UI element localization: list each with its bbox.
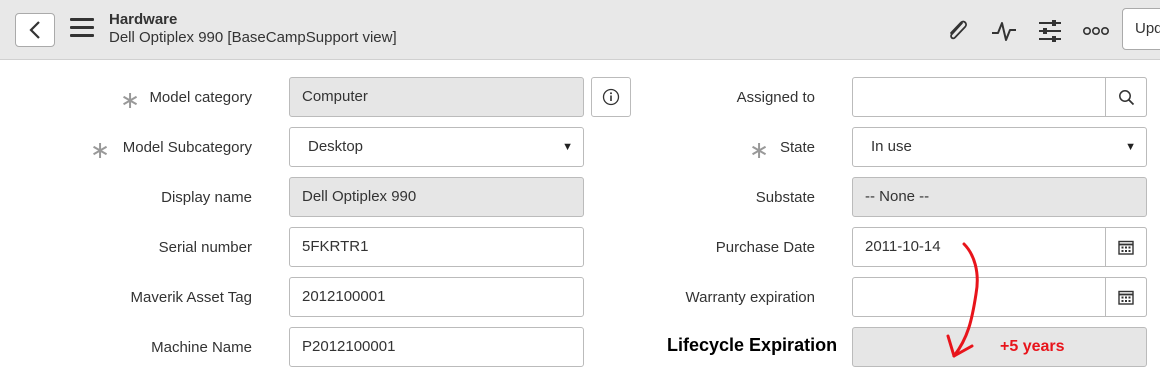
state-select[interactable]: In use ▼ xyxy=(852,127,1147,167)
activity-pulse-icon[interactable] xyxy=(989,16,1019,46)
purchase-date-label: Purchase Date xyxy=(715,239,815,256)
more-options-icon[interactable] xyxy=(1081,16,1111,46)
form-subtitle: Dell Optiplex 990 [BaseCampSupport view] xyxy=(109,29,397,46)
dropdown-caret-icon: ▼ xyxy=(1125,141,1136,153)
calendar-icon xyxy=(1118,240,1134,255)
purchase-date-value: 2011-10-14 xyxy=(865,238,941,255)
required-mark: ∗ xyxy=(90,137,111,164)
asset-tag-label: Maverik Asset Tag xyxy=(130,289,252,306)
annotation-note: +5 years xyxy=(1000,338,1065,355)
form-title: Hardware xyxy=(109,11,178,28)
serial-number-input[interactable]: 5FKRTR1 xyxy=(289,227,584,267)
back-button[interactable] xyxy=(15,13,55,47)
settings-sliders-icon[interactable] xyxy=(1035,16,1065,46)
asset-tag-input[interactable]: 2012100001 xyxy=(289,277,584,317)
substate-select[interactable]: -- None -- xyxy=(852,177,1147,217)
paperclip-icon[interactable] xyxy=(943,16,973,46)
state-value: In use xyxy=(871,138,912,155)
assigned-to-label: Assigned to xyxy=(736,89,815,106)
required-mark: ∗ xyxy=(749,137,770,164)
search-icon xyxy=(1118,89,1134,105)
display-name-label: Display name xyxy=(161,189,252,206)
purchase-date-input[interactable]: 2011-10-14 xyxy=(852,227,1147,267)
annotation-arrow-icon xyxy=(946,242,979,358)
lifecycle-expiration-label: Lifecycle Expiration xyxy=(667,335,838,355)
required-mark: ∗ xyxy=(120,87,141,114)
info-icon xyxy=(602,88,620,106)
lookup-button[interactable] xyxy=(1105,77,1147,117)
update-button[interactable]: Upd xyxy=(1122,8,1160,50)
calendar-button[interactable] xyxy=(1105,277,1147,317)
warranty-expiration-input[interactable] xyxy=(852,277,1147,317)
chevron-left-icon xyxy=(29,21,40,39)
model-category-label: Model category xyxy=(149,89,252,106)
model-category-field[interactable]: Computer xyxy=(289,77,584,117)
serial-number-label: Serial number xyxy=(158,239,252,256)
display-name-field[interactable]: Dell Optiplex 990 xyxy=(289,177,584,217)
substate-label: Substate xyxy=(755,189,815,206)
dropdown-caret-icon: ▼ xyxy=(562,141,573,153)
model-subcategory-select[interactable]: Desktop ▼ xyxy=(289,127,584,167)
form-header: Hardware Dell Optiplex 990 [BaseCampSupp… xyxy=(0,0,1160,60)
state-label: State xyxy=(779,139,815,156)
calendar-icon xyxy=(1118,290,1134,305)
model-subcategory-label: Model Subcategory xyxy=(122,139,252,156)
warranty-expiration-label: Warranty expiration xyxy=(685,289,816,306)
assigned-to-input[interactable] xyxy=(852,77,1147,117)
machine-name-label: Machine Name xyxy=(151,339,252,356)
calendar-button[interactable] xyxy=(1105,227,1147,267)
info-button[interactable] xyxy=(591,77,631,117)
machine-name-input[interactable]: P2012100001 xyxy=(289,327,584,367)
hamburger-menu-icon[interactable] xyxy=(70,18,94,40)
model-subcategory-value: Desktop xyxy=(308,138,364,155)
